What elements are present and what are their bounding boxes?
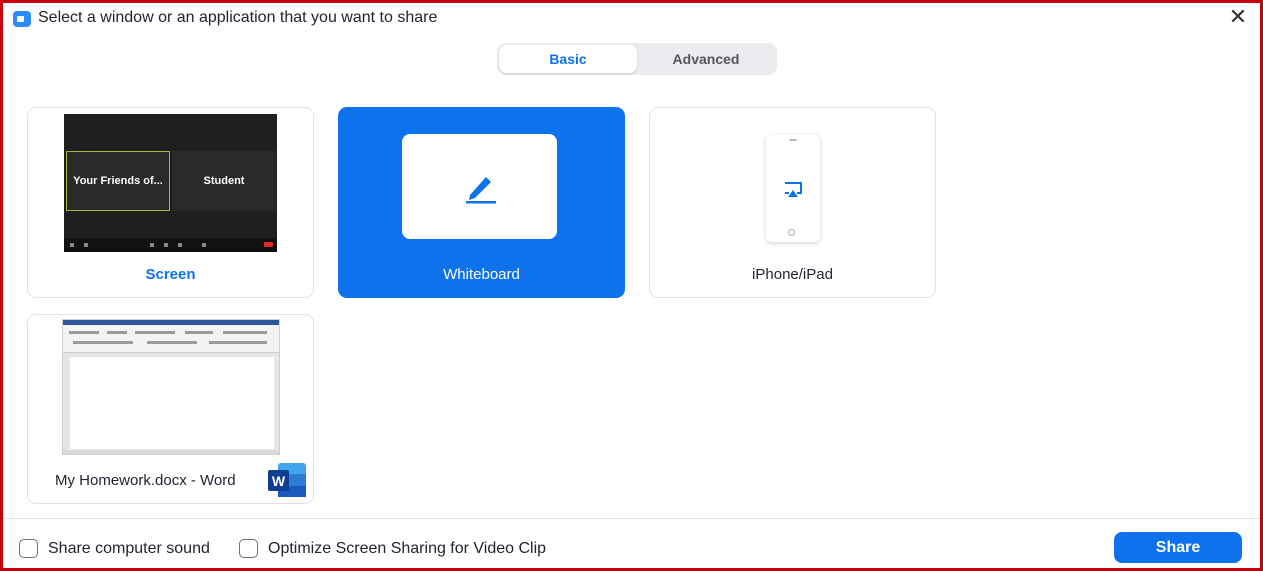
share-tile-iphone-ipad[interactable]: iPhone/iPad — [649, 107, 936, 298]
thumbnail-participant-pane: Your Friends of... — [66, 151, 170, 211]
screen-thumbnail: Your Friends of... Student — [64, 114, 277, 252]
close-icon[interactable]: ✕ — [1227, 5, 1249, 29]
share-sound-option[interactable]: Share computer sound — [19, 539, 210, 558]
tile-label-word-window: My Homework.docx - Word — [55, 472, 236, 489]
optimize-video-checkbox[interactable] — [239, 539, 258, 558]
pen-icon — [465, 176, 496, 203]
title-bar: Select a window or an application that y… — [0, 0, 1263, 38]
phone-illustration — [766, 135, 820, 242]
tile-label-whiteboard: Whiteboard — [443, 266, 520, 283]
window-title: Select a window or an application that y… — [38, 9, 438, 26]
zoom-app-icon — [13, 11, 31, 27]
share-tile-screen[interactable]: Your Friends of... Student Screen — [27, 107, 314, 298]
share-sound-checkbox[interactable] — [19, 539, 38, 558]
svg-text:W: W — [272, 473, 286, 489]
share-sound-label: Share computer sound — [48, 539, 210, 557]
thumbnail-meeting-toolbar — [64, 238, 277, 252]
airplay-icon — [785, 182, 802, 197]
share-button[interactable]: Share — [1114, 532, 1242, 563]
tile-label-iphone-ipad: iPhone/iPad — [752, 266, 833, 283]
optimize-video-label: Optimize Screen Sharing for Video Clip — [268, 539, 547, 557]
share-tile-word-window[interactable]: My Homework.docx - Word W — [27, 314, 314, 504]
footer-divider — [3, 518, 1260, 519]
word-window-thumbnail — [62, 319, 280, 455]
word-logo-icon: W — [268, 463, 306, 497]
tab-basic[interactable]: Basic — [499, 45, 637, 73]
thumbnail-participant-pane: Student — [172, 151, 276, 211]
tile-label-screen: Screen — [145, 266, 196, 283]
share-mode-tabs: Basic Advanced — [497, 43, 777, 75]
share-tile-whiteboard[interactable]: Whiteboard — [338, 107, 625, 298]
tab-advanced[interactable]: Advanced — [637, 45, 775, 73]
whiteboard-card — [402, 134, 557, 239]
optimize-video-option[interactable]: Optimize Screen Sharing for Video Clip — [239, 539, 546, 558]
